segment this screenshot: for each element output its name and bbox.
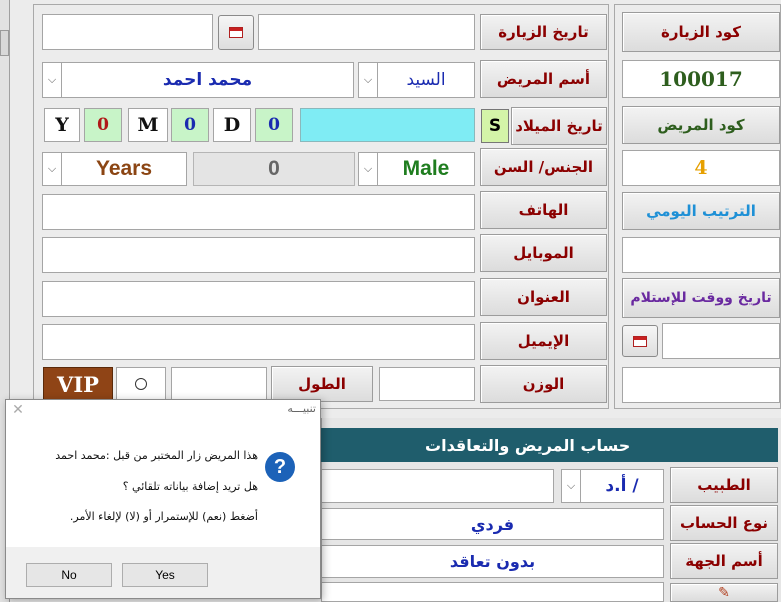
dialog-message-line3: أضغط (نعم) للإستمرار أو (لا) لإلغاء الأم… bbox=[69, 510, 258, 523]
birthdate-s-button[interactable]: S bbox=[481, 109, 509, 143]
calendar-icon bbox=[633, 335, 647, 347]
phone-field[interactable] bbox=[42, 194, 475, 230]
dialog-close-icon[interactable]: ✕ bbox=[10, 401, 26, 419]
phone-label: الهاتف bbox=[480, 191, 607, 229]
dialog-message-line1: هذا المريض زار المختبر من قبل :محمد احمد bbox=[55, 449, 258, 462]
entity-field[interactable]: بدون تعاقد bbox=[321, 545, 664, 578]
tools-button[interactable]: ✎ bbox=[670, 583, 778, 602]
gender-age-label: الجنس/ السن bbox=[480, 148, 607, 186]
age-m-label: M bbox=[128, 108, 168, 142]
dialog-yes-button[interactable]: Yes bbox=[122, 563, 208, 587]
extra-right-field[interactable] bbox=[622, 367, 780, 403]
gender-dropdown-arrow[interactable]: ⌵ bbox=[358, 152, 378, 186]
entity-label: أسم الجهة bbox=[670, 543, 778, 579]
address-field[interactable] bbox=[42, 281, 475, 317]
receipt-date-field[interactable] bbox=[622, 237, 780, 273]
doctor-label: الطبيب bbox=[670, 467, 778, 503]
email-field[interactable] bbox=[42, 324, 475, 360]
age-y-label: Y bbox=[44, 108, 80, 142]
mobile-field[interactable] bbox=[42, 237, 475, 273]
bottom-field[interactable] bbox=[321, 582, 664, 602]
daily-order-label: الترتيب اليومي bbox=[622, 192, 780, 230]
account-type-label: نوع الحساب bbox=[670, 505, 778, 541]
account-type-field[interactable]: فردي bbox=[321, 508, 664, 540]
visit-code-label: كود الزيارة bbox=[622, 12, 780, 52]
vip-radio-box[interactable] bbox=[116, 367, 166, 401]
birthdate-label: تاريخ الميلاد bbox=[511, 107, 607, 145]
name-dropdown-arrow[interactable]: ⌵ bbox=[42, 62, 62, 98]
doctor-field[interactable]: أ.د / bbox=[580, 469, 664, 503]
age-value-field[interactable]: 0 bbox=[193, 152, 355, 186]
height-label: الطول bbox=[271, 366, 373, 402]
birthdate-field[interactable] bbox=[300, 108, 475, 142]
left-panel-button[interactable] bbox=[0, 30, 9, 56]
mobile-label: الموبايل bbox=[480, 234, 607, 272]
weight-field[interactable] bbox=[379, 367, 475, 401]
receipt-time-field[interactable] bbox=[662, 323, 780, 359]
gender-field[interactable]: Male bbox=[377, 152, 475, 186]
visit-code-value: 100017 bbox=[622, 60, 780, 98]
receipt-datetime-label: تاريخ ووقت للإستلام bbox=[622, 278, 780, 318]
height-field[interactable] bbox=[171, 367, 267, 401]
visit-date-label: تاريخ الزيارة bbox=[480, 14, 607, 50]
dialog-no-button[interactable]: No bbox=[26, 563, 112, 587]
calendar-icon bbox=[229, 27, 243, 38]
age-unit-dropdown-arrow[interactable]: ⌵ bbox=[42, 152, 62, 186]
account-section-header: حساب المريض والتعاقدات bbox=[321, 428, 778, 462]
daily-order-value: 4 bbox=[622, 150, 780, 186]
dialog-message-line2: هل تريد إضافة بياناته تلقائي ؟ bbox=[122, 480, 258, 493]
visit-date-calendar-button[interactable] bbox=[218, 15, 254, 50]
doctor-extra-field[interactable] bbox=[321, 469, 554, 503]
receipt-calendar-button[interactable] bbox=[622, 325, 658, 357]
age-y-value[interactable]: 0 bbox=[84, 108, 122, 142]
dialog-title: تنبيـــه bbox=[287, 402, 316, 415]
question-icon: ? bbox=[265, 452, 295, 482]
patient-code-label: كود المريض bbox=[622, 106, 780, 144]
visit-extra-field[interactable] bbox=[42, 14, 213, 50]
title-dropdown-arrow[interactable]: ⌵ bbox=[358, 62, 378, 98]
address-label: العنوان bbox=[480, 278, 607, 316]
patient-name-label: أسم المريض bbox=[480, 60, 607, 98]
age-m-value[interactable]: 0 bbox=[171, 108, 209, 142]
doctor-dropdown-arrow[interactable]: ⌵ bbox=[561, 469, 581, 503]
age-d-value[interactable]: 0 bbox=[255, 108, 293, 142]
email-label: الإيميل bbox=[480, 322, 607, 360]
visit-date-field[interactable] bbox=[258, 14, 475, 50]
patient-name-field[interactable]: محمد احمد bbox=[61, 62, 354, 98]
age-d-label: D bbox=[213, 108, 251, 142]
patient-title-field[interactable]: السيد bbox=[377, 62, 475, 98]
weight-label: الوزن bbox=[480, 365, 607, 403]
vip-button[interactable]: VIP bbox=[43, 367, 113, 401]
vip-radio-button[interactable] bbox=[135, 378, 147, 390]
age-unit-field[interactable]: Years bbox=[61, 152, 187, 186]
tools-icon: ✎ bbox=[718, 584, 730, 601]
